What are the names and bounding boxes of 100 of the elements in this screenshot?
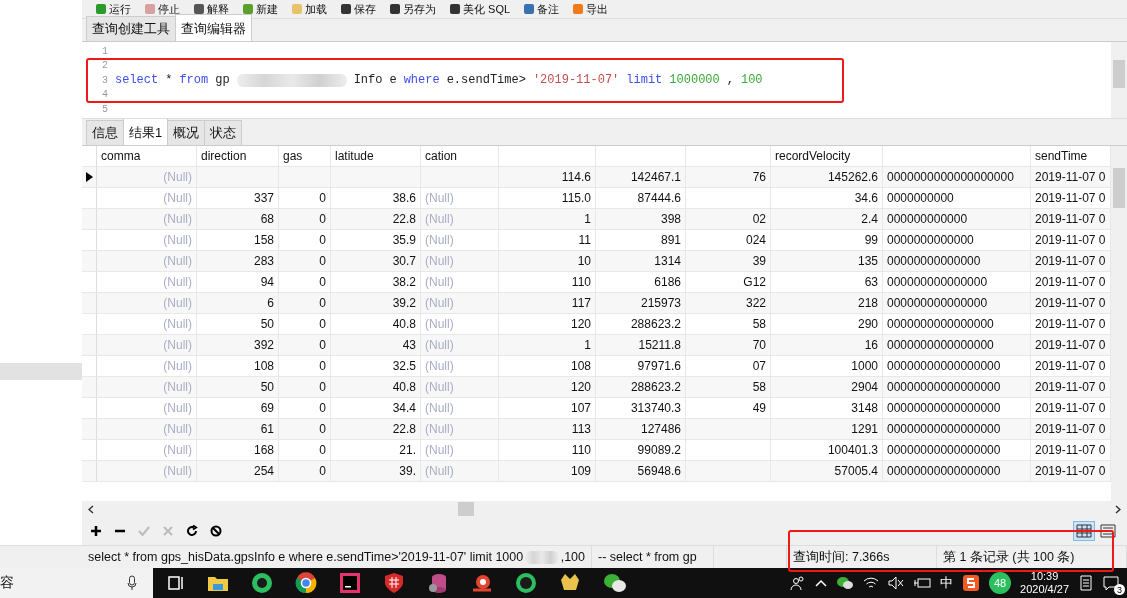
table-cell: 34.4 bbox=[331, 398, 421, 418]
table-cell: 108 bbox=[499, 356, 596, 376]
chevron-up-icon[interactable] bbox=[815, 578, 828, 588]
table-cell: 313740.3 bbox=[596, 398, 686, 418]
scrollbar[interactable] bbox=[1111, 146, 1127, 501]
table-cell: (Null) bbox=[421, 335, 499, 355]
wifi-icon[interactable] bbox=[863, 576, 880, 590]
scroll-thumb[interactable] bbox=[1113, 60, 1125, 88]
sql-token: limit bbox=[626, 73, 663, 88]
toolbar-button[interactable]: 导出 bbox=[569, 1, 613, 17]
table-cell: (Null) bbox=[421, 419, 499, 439]
column-header[interactable]: gas bbox=[279, 146, 331, 166]
table-cell: 50 bbox=[197, 377, 279, 397]
ide-icon[interactable] bbox=[339, 572, 361, 594]
table-cell: 254 bbox=[197, 461, 279, 481]
table-cell: 107 bbox=[499, 398, 596, 418]
add-icon[interactable] bbox=[90, 525, 102, 537]
table-cell: 58 bbox=[686, 314, 771, 334]
check-icon[interactable] bbox=[138, 525, 150, 537]
table-cell: 57005.4 bbox=[771, 461, 883, 481]
refresh-icon[interactable] bbox=[186, 525, 198, 537]
document-icon[interactable] bbox=[1078, 575, 1094, 591]
clock-time[interactable]: 10:39 bbox=[1030, 570, 1059, 583]
table-cell: (Null) bbox=[421, 272, 499, 292]
table-cell: 99 bbox=[771, 230, 883, 250]
toolbar-button[interactable]: 保存 bbox=[337, 1, 380, 17]
result-tab[interactable]: 概况 bbox=[167, 120, 206, 145]
scroll-left-icon[interactable] bbox=[88, 504, 94, 514]
scroll-thumb[interactable] bbox=[1113, 168, 1125, 208]
battery-plug-icon[interactable] bbox=[913, 576, 932, 590]
table-cell: (Null) bbox=[97, 188, 197, 208]
browser-icon[interactable] bbox=[295, 572, 317, 594]
sql-token: '2019-11-07' bbox=[532, 73, 620, 88]
mute-icon[interactable] bbox=[888, 576, 905, 590]
toolbar-icon bbox=[194, 4, 204, 14]
stop-icon[interactable] bbox=[210, 525, 222, 537]
table-cell: (Null) bbox=[421, 314, 499, 334]
table-cell: 283 bbox=[197, 251, 279, 271]
grid-view-button[interactable] bbox=[1073, 521, 1095, 541]
query-tab[interactable]: 查询创建工具 bbox=[86, 16, 176, 41]
sql-editor[interactable]: 1 2 3 select * from gp Info e where e.sendTime> '2019-11-07' limit 1000000 , 100 4 5 bbox=[82, 42, 1127, 119]
table-cell: 56948.6 bbox=[596, 461, 686, 481]
column-header[interactable]: recordVelocity bbox=[771, 146, 883, 166]
toolbar-button[interactable]: 美化 SQL bbox=[446, 1, 515, 17]
table-cell: 00000000000000000 bbox=[883, 377, 1031, 397]
input-method-indicator[interactable]: 中 bbox=[940, 574, 954, 592]
result-tab[interactable]: 状态 bbox=[204, 120, 243, 145]
toolbar-icon bbox=[524, 4, 535, 14]
scroll-thumb[interactable] bbox=[458, 502, 474, 516]
microphone-icon[interactable] bbox=[127, 575, 137, 591]
search-field[interactable]: 容 bbox=[0, 568, 153, 598]
table-cell: 115.0 bbox=[499, 188, 596, 208]
toolbar-button[interactable]: 加载 bbox=[288, 1, 331, 17]
column-header[interactable]: direction bbox=[197, 146, 279, 166]
table-cell: 1000 bbox=[771, 356, 883, 376]
shield-icon[interactable] bbox=[383, 572, 405, 594]
sql-token: where bbox=[403, 73, 440, 88]
table-cell: 024 bbox=[686, 230, 771, 250]
line-number: 4 bbox=[101, 89, 108, 101]
clock-date[interactable]: 2020/4/27 bbox=[1020, 583, 1069, 596]
table-cell: 40.8 bbox=[331, 314, 421, 334]
sql-token: 1000000 bbox=[669, 73, 720, 88]
table-cell: 39.2 bbox=[331, 293, 421, 313]
table-cell: 0000000000000000000 bbox=[883, 167, 1031, 187]
people-icon[interactable] bbox=[790, 575, 807, 591]
line-number: 2 bbox=[101, 60, 108, 72]
sogou-icon[interactable] bbox=[962, 574, 981, 592]
toolbar-button[interactable]: 备注 bbox=[520, 1, 564, 17]
notification-icon[interactable] bbox=[1103, 575, 1119, 591]
database-icon[interactable] bbox=[427, 572, 449, 594]
table-cell: (Null) bbox=[97, 461, 197, 481]
toolbar-button[interactable]: 另存为 bbox=[386, 1, 440, 17]
table-cell: 290 bbox=[771, 314, 883, 334]
line-number: 1 bbox=[101, 45, 108, 57]
table-cell: 100401.3 bbox=[771, 440, 883, 460]
form-view-button[interactable] bbox=[1097, 521, 1119, 541]
table-cell: 16 bbox=[771, 335, 883, 355]
table-cell: 58 bbox=[686, 377, 771, 397]
table-cell: 07 bbox=[686, 356, 771, 376]
table-cell: 108 bbox=[197, 356, 279, 376]
table-cell: 0 bbox=[279, 461, 331, 481]
column-header[interactable]: cation bbox=[421, 146, 499, 166]
table-cell: 38.6 bbox=[331, 188, 421, 208]
table-cell: (Null) bbox=[421, 440, 499, 460]
table-cell: 3148 bbox=[771, 398, 883, 418]
result-tab[interactable]: 信息 bbox=[86, 120, 124, 145]
table-cell: 135 bbox=[771, 251, 883, 271]
table-cell: (Null) bbox=[97, 335, 197, 355]
table-cell: 0000000000000 bbox=[883, 230, 1031, 250]
column-header[interactable]: latitude bbox=[331, 146, 421, 166]
table-cell: 63 bbox=[771, 272, 883, 292]
toolbar-icon bbox=[390, 4, 400, 14]
scrollbar[interactable] bbox=[1111, 42, 1127, 118]
table-cell: 69 bbox=[197, 398, 279, 418]
redaction-blur bbox=[525, 550, 559, 564]
query-tab[interactable]: 查询编辑器 bbox=[175, 14, 252, 41]
column-header[interactable]: comma bbox=[97, 146, 197, 166]
task-view-icon[interactable] bbox=[167, 574, 185, 592]
scroll-right-icon[interactable] bbox=[1115, 504, 1121, 514]
table-cell: 02 bbox=[686, 209, 771, 229]
